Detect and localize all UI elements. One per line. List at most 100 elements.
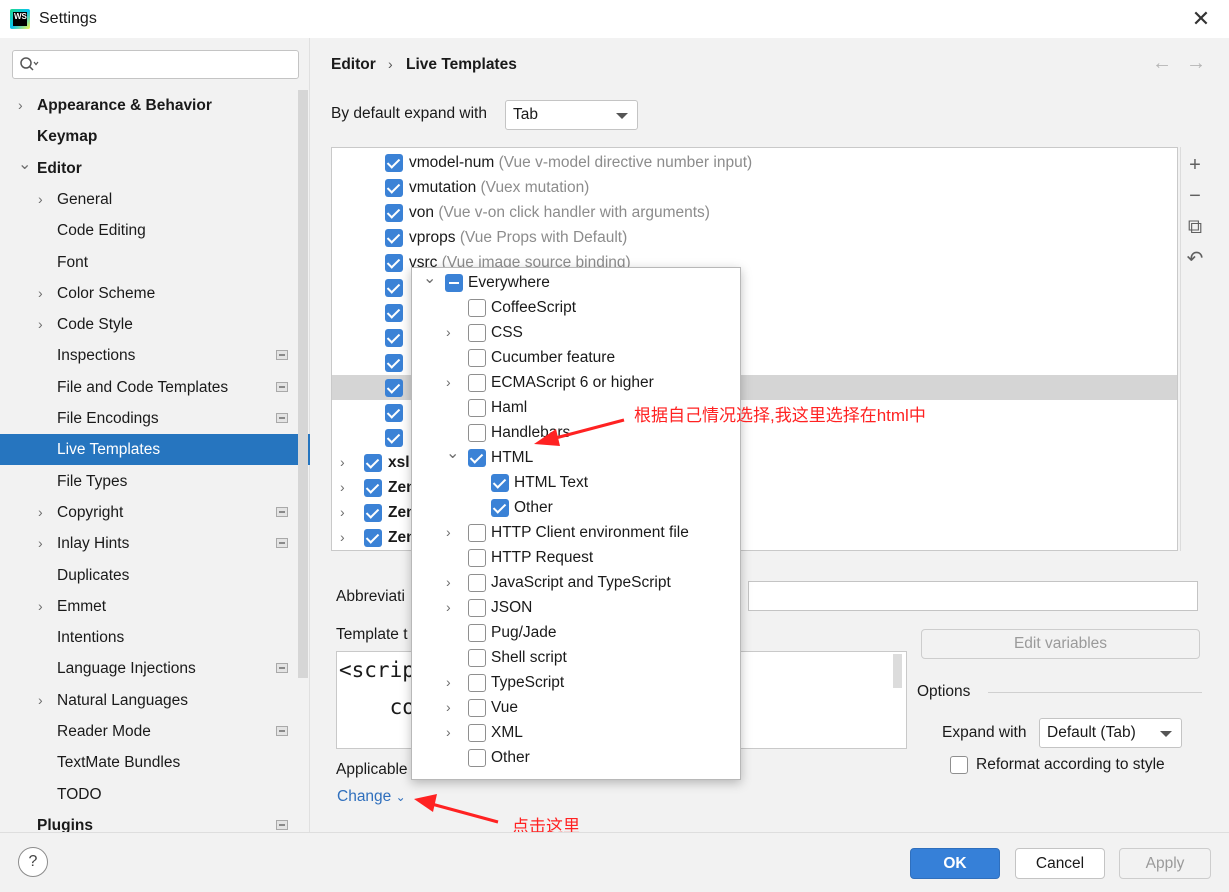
- template-enabled-checkbox[interactable]: [364, 479, 382, 497]
- template-enabled-checkbox[interactable]: [385, 429, 403, 447]
- template-enabled-checkbox[interactable]: [385, 279, 403, 297]
- chevron-right-icon[interactable]: ›: [446, 695, 451, 720]
- sidebar-item[interactable]: TextMate Bundles: [0, 747, 310, 778]
- context-option[interactable]: › HTTP Client environment file: [412, 520, 740, 545]
- chevron-right-icon[interactable]: ›: [38, 497, 50, 528]
- context-option[interactable]: › JSON: [412, 595, 740, 620]
- sidebar-item[interactable]: TODO: [0, 779, 310, 810]
- sidebar-item[interactable]: › Copyright: [0, 497, 310, 528]
- context-option[interactable]: HTML Text: [412, 470, 740, 495]
- chevron-right-icon[interactable]: ›: [446, 720, 451, 745]
- sidebar-item[interactable]: Code Editing: [0, 215, 310, 246]
- context-option[interactable]: › ECMAScript 6 or higher: [412, 370, 740, 395]
- sidebar-item[interactable]: Intentions: [0, 622, 310, 653]
- sidebar-item[interactable]: Duplicates: [0, 560, 310, 591]
- close-icon[interactable]: ✕: [1188, 6, 1214, 32]
- context-option[interactable]: ⌄ HTML: [412, 445, 740, 470]
- template-enabled-checkbox[interactable]: [364, 529, 382, 547]
- context-checkbox[interactable]: [468, 299, 486, 317]
- template-row[interactable]: vprops (Vue Props with Default): [332, 225, 1177, 250]
- context-checkbox[interactable]: [468, 524, 486, 542]
- sidebar-item[interactable]: › Emmet: [0, 591, 310, 622]
- context-option[interactable]: HTTP Request: [412, 545, 740, 570]
- context-checkbox[interactable]: [468, 399, 486, 417]
- ok-button[interactable]: OK: [910, 848, 1000, 879]
- sidebar-item[interactable]: Inspections: [0, 340, 310, 371]
- template-row[interactable]: vmutation (Vuex mutation): [332, 175, 1177, 200]
- sidebar-item[interactable]: › Natural Languages: [0, 685, 310, 716]
- sidebar-item[interactable]: Keymap: [0, 121, 310, 152]
- cancel-button[interactable]: Cancel: [1015, 848, 1105, 879]
- context-option[interactable]: Other: [412, 745, 740, 770]
- context-option[interactable]: Cucumber feature: [412, 345, 740, 370]
- context-checkbox[interactable]: [468, 349, 486, 367]
- context-option[interactable]: › JavaScript and TypeScript: [412, 570, 740, 595]
- context-checkbox[interactable]: [468, 374, 486, 392]
- breadcrumb-editor[interactable]: Editor: [331, 56, 376, 74]
- chevron-right-icon[interactable]: ›: [38, 528, 50, 559]
- template-enabled-checkbox[interactable]: [385, 254, 403, 272]
- sidebar-item[interactable]: Font: [0, 247, 310, 278]
- context-option[interactable]: Other: [412, 495, 740, 520]
- sidebar-item[interactable]: Language Injections: [0, 653, 310, 684]
- context-option[interactable]: › CSS: [412, 320, 740, 345]
- chevron-down-icon[interactable]: ⌄: [446, 441, 459, 466]
- chevron-right-icon[interactable]: ›: [340, 525, 345, 550]
- template-enabled-checkbox[interactable]: [385, 404, 403, 422]
- chevron-right-icon[interactable]: ›: [340, 475, 345, 500]
- apply-button[interactable]: Apply: [1119, 848, 1211, 879]
- chevron-right-icon[interactable]: ›: [446, 370, 451, 395]
- sidebar-item[interactable]: File Encodings: [0, 403, 310, 434]
- template-row[interactable]: von (Vue v-on click handler with argumen…: [332, 200, 1177, 225]
- sidebar-item[interactable]: › General: [0, 184, 310, 215]
- context-option[interactable]: › TypeScript: [412, 670, 740, 695]
- chevron-right-icon[interactable]: ›: [340, 500, 345, 525]
- back-arrow-icon[interactable]: ←: [1152, 52, 1172, 75]
- edit-variables-button[interactable]: Edit variables: [921, 629, 1200, 659]
- settings-search-input[interactable]: [43, 54, 293, 75]
- context-option[interactable]: CoffeeScript: [412, 295, 740, 320]
- context-checkbox[interactable]: [468, 324, 486, 342]
- context-option[interactable]: › Vue: [412, 695, 740, 720]
- sidebar-scrollbar[interactable]: [298, 90, 308, 678]
- context-option[interactable]: ⌄ Everywhere: [412, 270, 740, 295]
- template-enabled-checkbox[interactable]: [385, 354, 403, 372]
- chevron-right-icon[interactable]: ›: [446, 520, 451, 545]
- default-expand-select[interactable]: Tab: [505, 100, 638, 130]
- sidebar-item[interactable]: › Inlay Hints: [0, 528, 310, 559]
- remove-icon[interactable]: −: [1183, 184, 1207, 208]
- template-enabled-checkbox[interactable]: [385, 179, 403, 197]
- template-enabled-checkbox[interactable]: [364, 454, 382, 472]
- chevron-right-icon[interactable]: ›: [38, 685, 50, 716]
- description-field[interactable]: [748, 581, 1198, 611]
- sidebar-item[interactable]: Reader Mode: [0, 716, 310, 747]
- help-icon[interactable]: ?: [18, 847, 48, 877]
- sidebar-item[interactable]: ⌄ Editor: [0, 153, 310, 184]
- template-enabled-checkbox[interactable]: [385, 204, 403, 222]
- context-checkbox[interactable]: [468, 624, 486, 642]
- template-row[interactable]: vmodel-num (Vue v-model directive number…: [332, 150, 1177, 175]
- template-enabled-checkbox[interactable]: [385, 379, 403, 397]
- forward-arrow-icon[interactable]: →: [1186, 52, 1206, 75]
- context-checkbox[interactable]: [491, 499, 509, 517]
- reformat-checkbox[interactable]: [950, 756, 968, 774]
- chevron-down-icon[interactable]: ⌄: [423, 266, 436, 291]
- context-option[interactable]: Shell script: [412, 645, 740, 670]
- sidebar-item[interactable]: File Types: [0, 466, 310, 497]
- sidebar-item[interactable]: Live Templates: [0, 434, 310, 466]
- sidebar-item[interactable]: › Color Scheme: [0, 278, 310, 309]
- chevron-right-icon[interactable]: ›: [38, 591, 50, 622]
- chevron-right-icon[interactable]: ›: [38, 184, 50, 215]
- context-checkbox[interactable]: [468, 424, 486, 442]
- copy-icon[interactable]: ⧉: [1183, 215, 1207, 239]
- chevron-right-icon[interactable]: ›: [340, 450, 345, 475]
- sidebar-item[interactable]: › Code Style: [0, 309, 310, 340]
- change-context-link[interactable]: Change ⌄: [337, 788, 406, 806]
- add-icon[interactable]: +: [1183, 153, 1207, 177]
- chevron-right-icon[interactable]: ›: [446, 595, 451, 620]
- template-enabled-checkbox[interactable]: [385, 229, 403, 247]
- context-checkbox[interactable]: [468, 649, 486, 667]
- sidebar-item[interactable]: › Appearance & Behavior: [0, 90, 310, 121]
- context-option[interactable]: Pug/Jade: [412, 620, 740, 645]
- expand-with-select[interactable]: Default (Tab): [1039, 718, 1182, 748]
